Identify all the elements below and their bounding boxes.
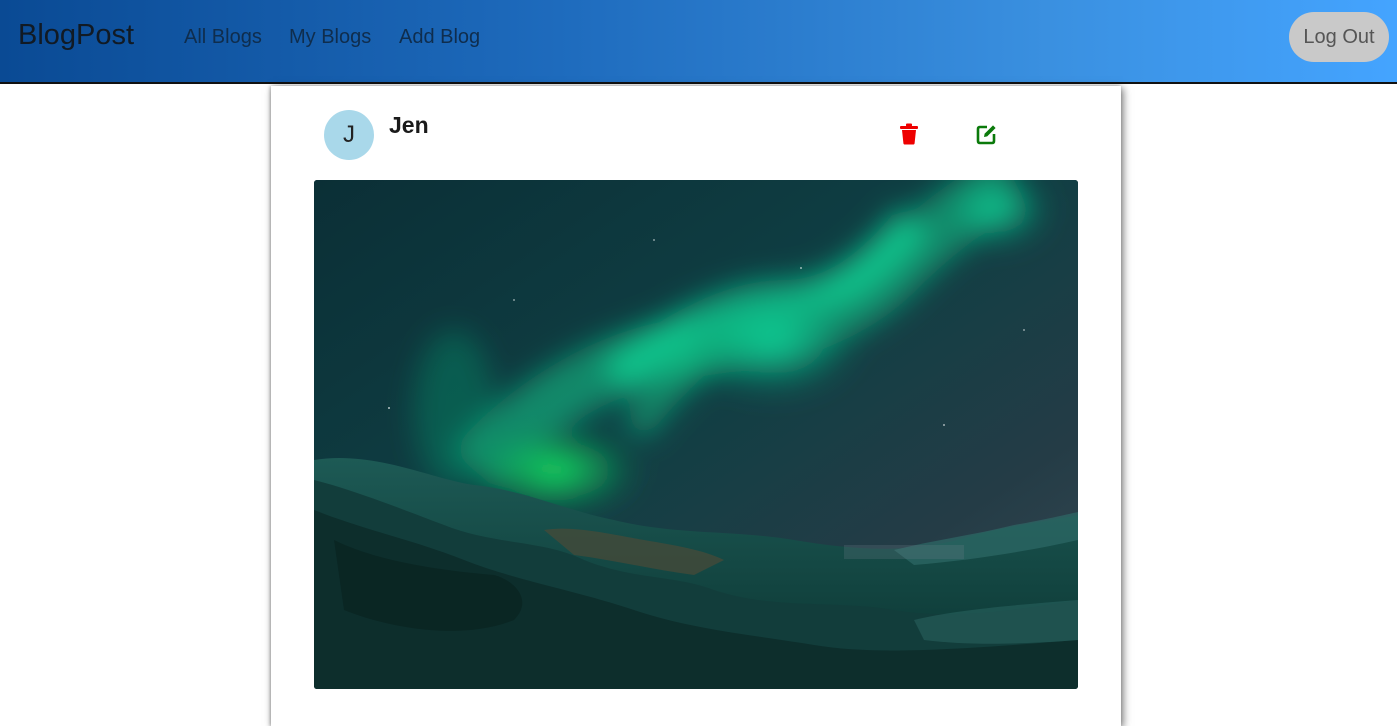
blog-image (314, 180, 1078, 689)
nav-all-blogs[interactable]: All Blogs (184, 26, 262, 49)
aurora-landscape-image (314, 180, 1078, 689)
nav-add-blog[interactable]: Add Blog (399, 26, 480, 49)
brand-logo[interactable]: BlogPost (18, 19, 134, 52)
blog-card: J Jen (271, 86, 1121, 726)
edit-icon (976, 125, 996, 145)
logout-button[interactable]: Log Out (1289, 12, 1389, 62)
edit-button[interactable] (975, 122, 999, 146)
avatar: J (324, 110, 374, 160)
nav-my-blogs[interactable]: My Blogs (289, 26, 371, 49)
author-name: Jen (389, 112, 429, 138)
top-navbar: BlogPost All Blogs My Blogs Add Blog Log… (0, 0, 1397, 84)
delete-button[interactable] (897, 122, 921, 146)
trash-icon (900, 123, 918, 145)
